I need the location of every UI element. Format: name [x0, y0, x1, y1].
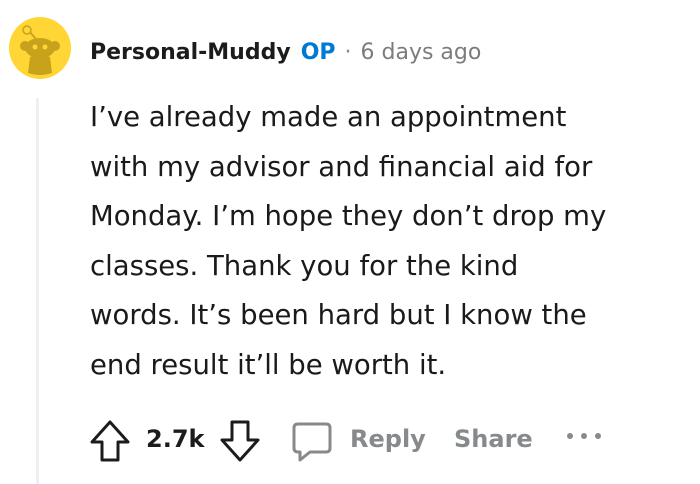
ellipsis-icon[interactable]	[564, 426, 604, 446]
comment-body-line: words. It’s been hard but I know the	[90, 299, 587, 331]
comment-header: Personal-Muddy OP · 6 days ago	[90, 34, 481, 70]
comment-action-bar: 2.7k Reply Share	[84, 414, 644, 468]
op-badge: OP	[300, 39, 336, 65]
comment-body-line: end result it’ll be worth it.	[90, 348, 447, 381]
speech-bubble-icon[interactable]	[290, 419, 334, 463]
comment-timestamp[interactable]: 6 days ago	[361, 40, 482, 65]
comment-body: I’ve already made an appointment with my…	[90, 93, 680, 390]
reply-button[interactable]: Reply	[350, 425, 426, 453]
downvote-arrow-icon[interactable]	[218, 418, 262, 464]
share-button[interactable]: Share	[454, 425, 533, 453]
thread-line[interactable]	[36, 98, 39, 484]
comment-body-line: with my advisor and financial aid for	[90, 150, 593, 183]
vote-score: 2.7k	[146, 425, 205, 453]
comment-body-line: Monday. I’m hope they don’t drop my	[90, 200, 607, 232]
avatar-icon[interactable]	[9, 17, 71, 79]
upvote-arrow-icon[interactable]	[88, 418, 132, 464]
comment-body-line: classes. Thank you for the kind	[90, 249, 519, 282]
separator-dot: ·	[344, 39, 352, 65]
author-username[interactable]: Personal-Muddy	[90, 40, 291, 65]
comment-body-line: I’ve already made an appointment	[90, 101, 567, 133]
